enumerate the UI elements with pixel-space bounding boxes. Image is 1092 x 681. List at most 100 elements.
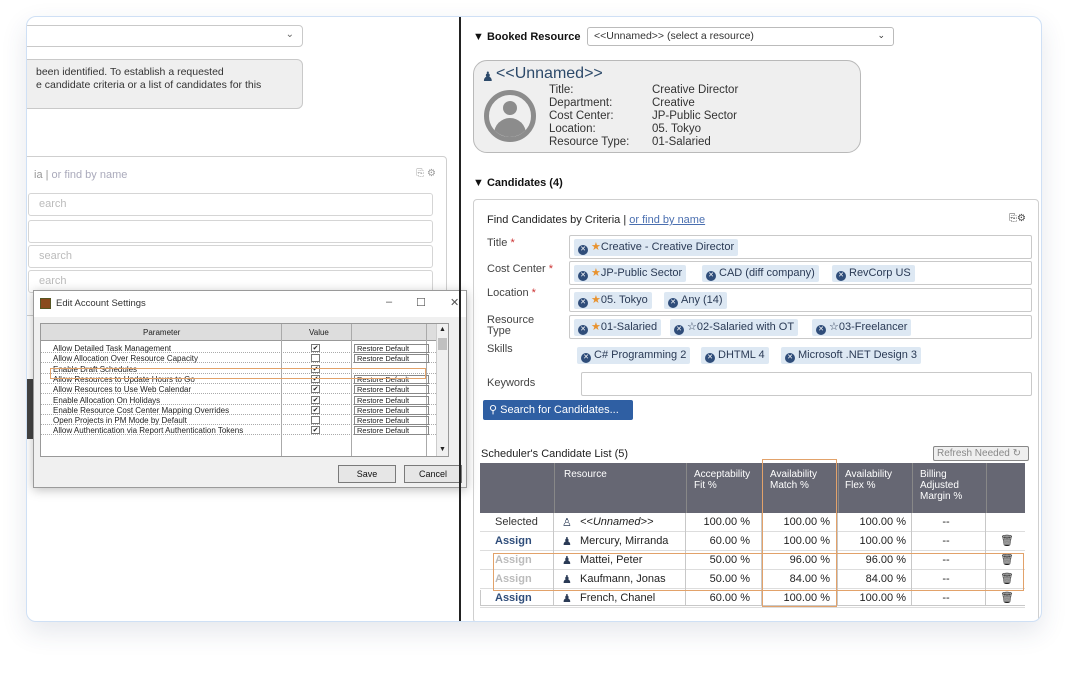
assign-link[interactable]: Assign <box>495 592 532 604</box>
table-row: Assign ♟ Mercury, Mirranda 60.00 % 100.00 % 1… <box>480 532 1025 551</box>
rtype-tag[interactable]: ✕ ☆02-Salaried with OT <box>670 319 799 336</box>
assign-link[interactable]: Assign <box>495 535 532 547</box>
settings-row[interactable]: Allow Resources to Use Web Calendar ✔ Rest… <box>41 385 436 395</box>
keywords-input[interactable] <box>581 372 1032 396</box>
skill-tag[interactable]: ✕ C# Programming 2 <box>577 347 691 364</box>
remove-icon: ✕ <box>578 325 588 335</box>
cost-tag[interactable]: ✕ ★JP-Public Sector <box>574 265 687 282</box>
booked-resource-label[interactable]: ▼ Booked Resource <box>473 31 580 43</box>
settings-icon[interactable]: ⎘⚙ <box>1009 213 1026 224</box>
maximize-icon[interactable]: ☐ <box>416 296 426 309</box>
refresh-button[interactable]: Refresh Needed ↻ <box>933 446 1029 461</box>
remove-icon: ✕ <box>674 325 684 335</box>
remove-icon: ✕ <box>836 271 846 281</box>
settings-row[interactable]: Enable Allocation On Holidays ✔ Restore De… <box>41 395 436 405</box>
restore-default-button[interactable]: Restore Default <box>354 344 429 353</box>
highlight-over-capacity <box>50 368 426 379</box>
cost-center-field[interactable]: ✕ ★JP-Public Sector ✕ CAD (diff company) ✕… <box>569 261 1032 285</box>
star-icon: ★ <box>591 241 601 253</box>
trash-icon[interactable]: 🗑 <box>1000 591 1014 604</box>
table-row: Selected ♙ <<Unnamed>> 100.00 % 100.00 % 100.… <box>480 513 1025 532</box>
restore-default-button[interactable]: Restore Default <box>354 405 429 415</box>
scroll-down-icon[interactable]: ▼ <box>439 446 446 453</box>
candidate-name: <<Unnamed>> <box>580 516 654 528</box>
remove-icon: ✕ <box>785 353 795 363</box>
close-icon[interactable]: ✕ <box>450 296 459 309</box>
star-icon: ★ <box>591 294 601 306</box>
settings-row[interactable]: Enable Resource Cost Center Mapping Over… <box>41 405 436 415</box>
remove-icon: ✕ <box>578 245 588 255</box>
booked-resource-select[interactable]: <<Unnamed>> (select a resource) ⌄ <box>587 27 894 46</box>
pane-divider <box>459 17 461 621</box>
cost-tag[interactable]: ✕ RevCorp US <box>832 265 915 282</box>
candidate-list-title: Scheduler's Candidate List (5) <box>481 448 629 460</box>
save-button[interactable]: Save <box>338 465 396 483</box>
value-checkbox[interactable]: ✔ <box>311 426 320 435</box>
rtype-tag[interactable]: ✕ ☆03-Freelancer <box>812 319 912 336</box>
location-field[interactable]: ✕ ★05. Tokyo ✕ Any (14) <box>569 288 1032 312</box>
restore-default-button[interactable]: Restore Default <box>354 354 429 364</box>
find-by-name-link[interactable]: or find by name <box>629 214 705 226</box>
candidate-name[interactable]: Mercury, Mirranda <box>580 535 668 547</box>
remove-icon: ✕ <box>581 353 591 363</box>
chevron-down-icon: ⌄ <box>285 29 294 40</box>
dialog-titlebar: Edit Account Settings – ☐ ✕ <box>34 291 466 317</box>
star-icon: ★ <box>591 267 601 279</box>
skills-field[interactable]: ✕ C# Programming 2 ✕ DHTML 4 ✕ Microsoft .N… <box>569 342 1032 366</box>
title-tag[interactable]: ✕ ★Creative - Creative Director <box>574 239 739 256</box>
restore-default-button[interactable]: Restore Default <box>354 426 429 436</box>
grid-scrollbar[interactable]: ▲ ▼ <box>436 324 448 456</box>
value-checkbox[interactable] <box>311 354 320 363</box>
scroll-thumb[interactable] <box>438 338 447 350</box>
search-input-3[interactable]: search <box>28 245 433 268</box>
title-field[interactable]: ✕ ★Creative - Creative Director <box>569 235 1032 259</box>
value-checkbox[interactable]: ✔ <box>311 405 320 414</box>
restore-default-button[interactable]: Restore Default <box>354 416 429 426</box>
location-tag[interactable]: ✕ Any (14) <box>664 292 727 309</box>
search-icon: ⚲ <box>489 404 498 416</box>
app-window: ⌄ been identified. To establish a reques… <box>26 16 1042 622</box>
app-icon <box>40 298 51 309</box>
value-checkbox[interactable] <box>311 416 320 425</box>
candidate-name[interactable]: French, Chanel <box>580 592 655 604</box>
value-checkbox[interactable]: ✔ <box>311 395 320 404</box>
person-icon: ♙ <box>562 517 572 529</box>
candidates-label[interactable]: ▼ Candidates (4) <box>473 177 563 189</box>
remove-icon: ✕ <box>578 271 588 281</box>
search-input-1[interactable]: earch <box>28 193 433 216</box>
settings-row[interactable]: Allow Detailed Task Management ✔ Restore D… <box>41 344 436 353</box>
resource-type-field[interactable]: ✕ ★01-Salaried ✕ ☆02-Salaried with OT ✕ ☆03… <box>569 315 1032 339</box>
resource-select-left[interactable]: ⌄ <box>27 25 303 47</box>
location-tag[interactable]: ✕ ★05. Tokyo <box>574 292 652 309</box>
settings-icon[interactable]: ⎘ ⚙ <box>416 168 436 179</box>
restore-default-button[interactable]: Restore Default <box>354 385 429 395</box>
restore-default-button[interactable]: Restore Default <box>354 395 429 405</box>
cost-tag[interactable]: ✕ CAD (diff company) <box>702 265 819 282</box>
profile-name: <<Unnamed>> <box>496 65 603 82</box>
trash-icon[interactable]: 🗑 <box>1000 534 1014 547</box>
settings-row[interactable]: Allow Authentication via Report Authenti… <box>41 426 436 436</box>
minimize-icon[interactable]: – <box>386 296 392 308</box>
person-icon: ♟ <box>482 69 494 84</box>
find-by-name-link-left[interactable]: or find by name <box>52 169 128 181</box>
remove-icon: ✕ <box>705 353 715 363</box>
grid-header: Parameter Value <box>41 324 436 341</box>
search-candidates-button[interactable]: ⚲ Search for Candidates... <box>483 400 633 420</box>
scroll-up-icon[interactable]: ▲ <box>439 326 446 333</box>
highlight-candidate-rows <box>493 553 1024 591</box>
remove-icon: ✕ <box>816 325 826 335</box>
value-checkbox[interactable]: ✔ <box>311 385 320 394</box>
cancel-button[interactable]: Cancel <box>404 465 462 483</box>
avatar <box>484 90 536 142</box>
edit-account-settings-dialog: Edit Account Settings – ☐ ✕ Parameter Va… <box>33 290 467 488</box>
search-input-2[interactable] <box>28 220 433 243</box>
value-checkbox[interactable]: ✔ <box>311 344 320 352</box>
settings-row[interactable]: Open Projects in PM Mode by Default Resto… <box>41 416 436 426</box>
rtype-tag[interactable]: ✕ ★01-Salaried <box>574 319 662 336</box>
selected-label: Selected <box>495 516 538 528</box>
outline-star-icon: ☆ <box>829 321 839 333</box>
skill-tag[interactable]: ✕ Microsoft .NET Design 3 <box>781 347 922 364</box>
settings-row[interactable]: Allow Allocation Over Resource Capacity R… <box>41 354 436 364</box>
person-icon: ♟ <box>562 536 572 548</box>
skill-tag[interactable]: ✕ DHTML 4 <box>701 347 769 364</box>
